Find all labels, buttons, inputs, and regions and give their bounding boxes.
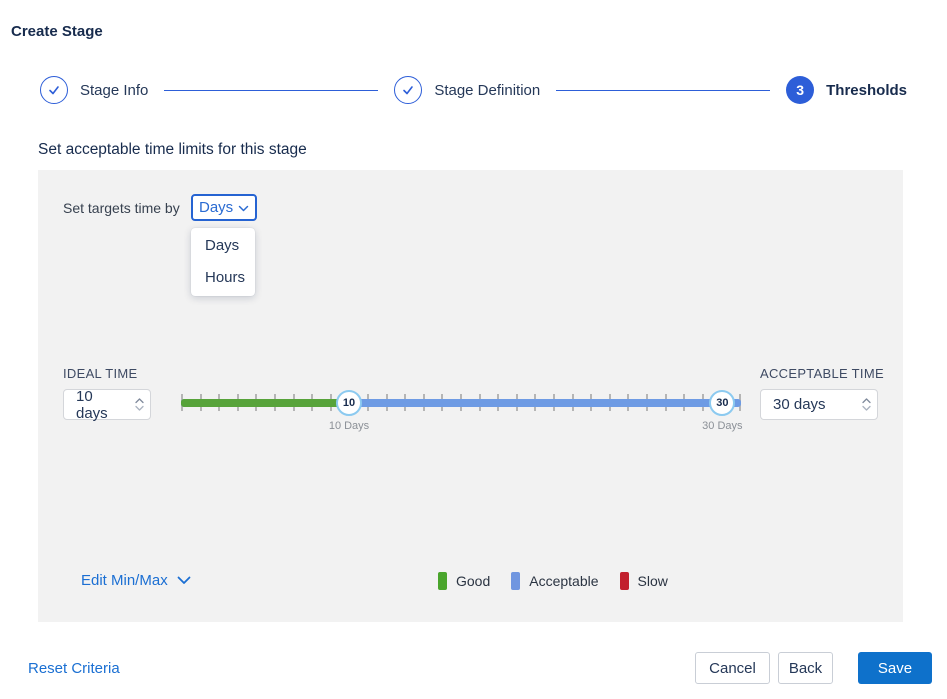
acceptable-swatch: [511, 572, 521, 590]
time-unit-selected-value: Days: [199, 199, 234, 216]
legend-label-acceptable: Acceptable: [529, 573, 599, 589]
step-stage-info[interactable]: Stage Info: [40, 76, 148, 104]
save-button[interactable]: Save: [858, 652, 932, 684]
spinner-up-icon: [134, 398, 144, 404]
legend-label-slow: Slow: [637, 573, 668, 589]
ideal-slider-handle[interactable]: 10: [336, 390, 362, 416]
chevron-down-icon: [238, 199, 249, 216]
stepper-connector: [164, 89, 379, 91]
acceptable-slider-handle[interactable]: 30: [709, 390, 736, 416]
check-circle-icon: [394, 76, 423, 104]
slow-swatch: [619, 572, 629, 590]
menu-item-hours[interactable]: Hours: [191, 262, 255, 294]
legend-label-good: Good: [456, 573, 491, 589]
spinner-down-icon: [134, 405, 144, 411]
ideal-time-label: IDEAL TIME: [63, 366, 138, 381]
edit-minmax-label: Edit Min/Max: [81, 572, 168, 589]
page-title: Create Stage: [11, 23, 103, 40]
acceptable-time-spinner[interactable]: [855, 398, 877, 411]
reset-criteria-link[interactable]: Reset Criteria: [28, 660, 120, 677]
check-circle-icon: [40, 76, 68, 104]
targets-time-label: Set targets time by: [63, 200, 180, 216]
ideal-time-value: 10 days: [76, 387, 108, 422]
legend-item-acceptable: Acceptable: [511, 572, 599, 590]
slider-track-good[interactable]: [181, 399, 349, 407]
section-heading: Set acceptable time limits for this stag…: [38, 141, 307, 158]
threshold-slider: 10 30 10 Days 30 Days: [181, 385, 743, 435]
step-label-thresholds: Thresholds: [826, 81, 907, 99]
legend-item-good: Good: [438, 572, 490, 590]
acceptable-time-label: ACCEPTABLE TIME: [760, 366, 884, 381]
spinner-down-icon: [861, 405, 871, 411]
time-unit-menu: Days Hours: [191, 228, 255, 296]
step-label-stage-info: Stage Info: [80, 81, 149, 99]
step-stage-definition[interactable]: Stage Definition: [394, 76, 540, 104]
time-unit-dropdown[interactable]: Days: [191, 194, 258, 221]
menu-item-days[interactable]: Days: [191, 230, 255, 262]
edit-minmax-link[interactable]: Edit Min/Max: [81, 572, 191, 589]
step-label-stage-definition: Stage Definition: [434, 81, 541, 99]
acceptable-time-value: 30 days: [773, 396, 826, 413]
cancel-button[interactable]: Cancel: [695, 652, 770, 684]
legend-item-slow: Slow: [619, 572, 668, 590]
step-thresholds[interactable]: 3 Thresholds: [786, 76, 907, 104]
stepper: Stage Info Stage Definition 3 Thresholds: [40, 76, 907, 104]
legend: Good Acceptable Slow: [438, 572, 668, 590]
good-swatch: [438, 572, 447, 590]
ideal-handle-label: 10 Days: [328, 420, 370, 432]
spinner-up-icon: [861, 398, 871, 404]
back-button[interactable]: Back: [778, 652, 833, 684]
ideal-time-input[interactable]: 10 days: [63, 387, 151, 422]
step-number-badge: 3: [786, 76, 815, 104]
stepper-connector: [556, 89, 771, 91]
create-stage-dialog: Create Stage Stage Info Stage Definition…: [0, 0, 947, 699]
acceptable-handle-label: 30 Days: [702, 420, 743, 432]
acceptable-time-input[interactable]: 30 days: [760, 389, 878, 420]
chevron-down-icon: [177, 572, 191, 589]
ideal-time-spinner[interactable]: [128, 398, 150, 411]
